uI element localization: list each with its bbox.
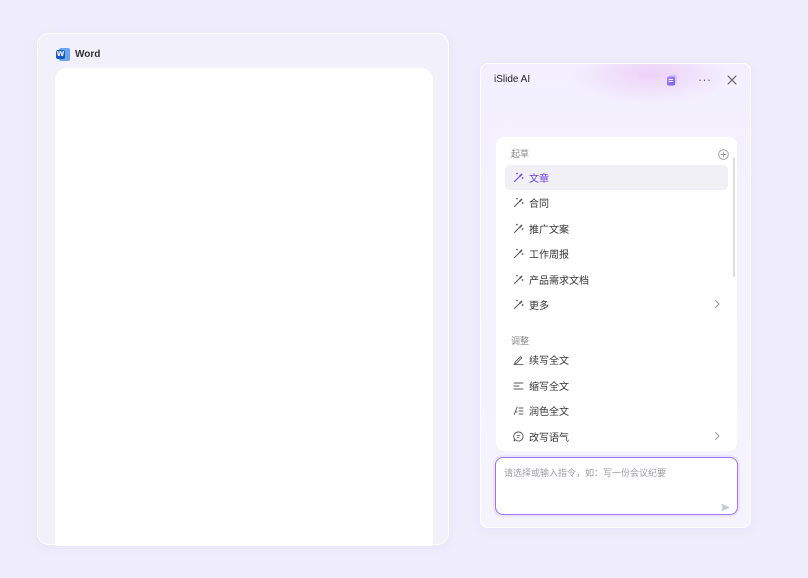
ai-panel-title: iSlide AI <box>494 74 531 85</box>
document-history-button[interactable] <box>664 72 680 88</box>
menu-item-label: 文章 <box>529 174 549 185</box>
prompt-input[interactable] <box>504 464 729 484</box>
menu-item-shorten[interactable]: 缩写全文 <box>505 373 728 398</box>
chat-bubble-icon <box>512 431 523 442</box>
menu-item-weekly-report[interactable]: 工作周报 <box>505 241 728 266</box>
menu-item-label: 续写全文 <box>529 356 569 367</box>
more-dots-icon: ··· <box>698 73 712 87</box>
menu-item-continue-writing[interactable]: 续写全文 <box>505 347 728 372</box>
magic-wand-icon <box>513 299 524 309</box>
menu-item-label: 工作周报 <box>529 250 569 261</box>
magic-wand-icon <box>513 223 524 233</box>
send-icon <box>721 503 730 512</box>
menu-item-label: 改写语气 <box>529 433 569 444</box>
word-document-page[interactable] <box>55 68 433 546</box>
chevron-right-icon <box>715 432 720 440</box>
menu-scrollbar[interactable] <box>733 157 735 277</box>
close-panel-button[interactable] <box>724 72 740 88</box>
menu-item-polish[interactable]: 润色全文 <box>505 398 728 423</box>
word-window: W Word <box>37 33 449 546</box>
polish-icon <box>513 406 523 415</box>
send-button[interactable] <box>720 498 732 512</box>
menu-item-rewrite-tone[interactable]: 改写语气 <box>505 424 728 449</box>
menu-item-label: 更多 <box>529 301 549 312</box>
menu-item-label: 润色全文 <box>529 407 569 418</box>
magic-wand-icon <box>513 248 524 258</box>
magic-wand-icon <box>513 172 524 182</box>
menu-item-contract[interactable]: 合同 <box>505 190 728 215</box>
document-stack-icon <box>667 74 677 86</box>
command-menu: 起草 文章 合同 推广文案 工作周报 产品需求文档 更多 调整 续写全文 缩写全… <box>496 137 737 451</box>
menu-item-more[interactable]: 更多 <box>505 292 728 317</box>
menu-item-promo-copy[interactable]: 推广文案 <box>505 216 728 241</box>
pen-icon <box>513 356 523 365</box>
plus-circle-icon <box>718 149 729 160</box>
menu-item-label: 推广文案 <box>529 225 569 236</box>
add-command-button[interactable] <box>718 145 729 160</box>
menu-item-prd[interactable]: 产品需求文档 <box>505 267 728 292</box>
word-logo-icon: W <box>56 47 70 61</box>
close-icon <box>727 75 737 85</box>
islide-ai-panel: iSlide AI ··· 起草 文章 合同 推广文案 工作周报 产品需求文档 … <box>480 63 751 528</box>
shorten-lines-icon <box>513 382 523 390</box>
section-label-draft: 起草 <box>511 150 530 160</box>
ai-panel-header: iSlide AI ··· <box>481 64 750 98</box>
menu-item-article[interactable]: 文章 <box>505 165 728 190</box>
chevron-right-icon <box>715 300 720 308</box>
menu-item-label: 产品需求文档 <box>529 276 589 287</box>
magic-wand-icon <box>513 197 524 207</box>
word-title: Word <box>75 48 101 60</box>
word-header: W Word <box>56 46 100 62</box>
section-label-adjust: 调整 <box>511 337 530 347</box>
prompt-box <box>495 457 738 515</box>
menu-item-label: 缩写全文 <box>529 382 569 393</box>
more-options-button[interactable]: ··· <box>697 72 713 88</box>
menu-item-label: 合同 <box>529 199 549 210</box>
magic-wand-icon <box>513 274 524 284</box>
